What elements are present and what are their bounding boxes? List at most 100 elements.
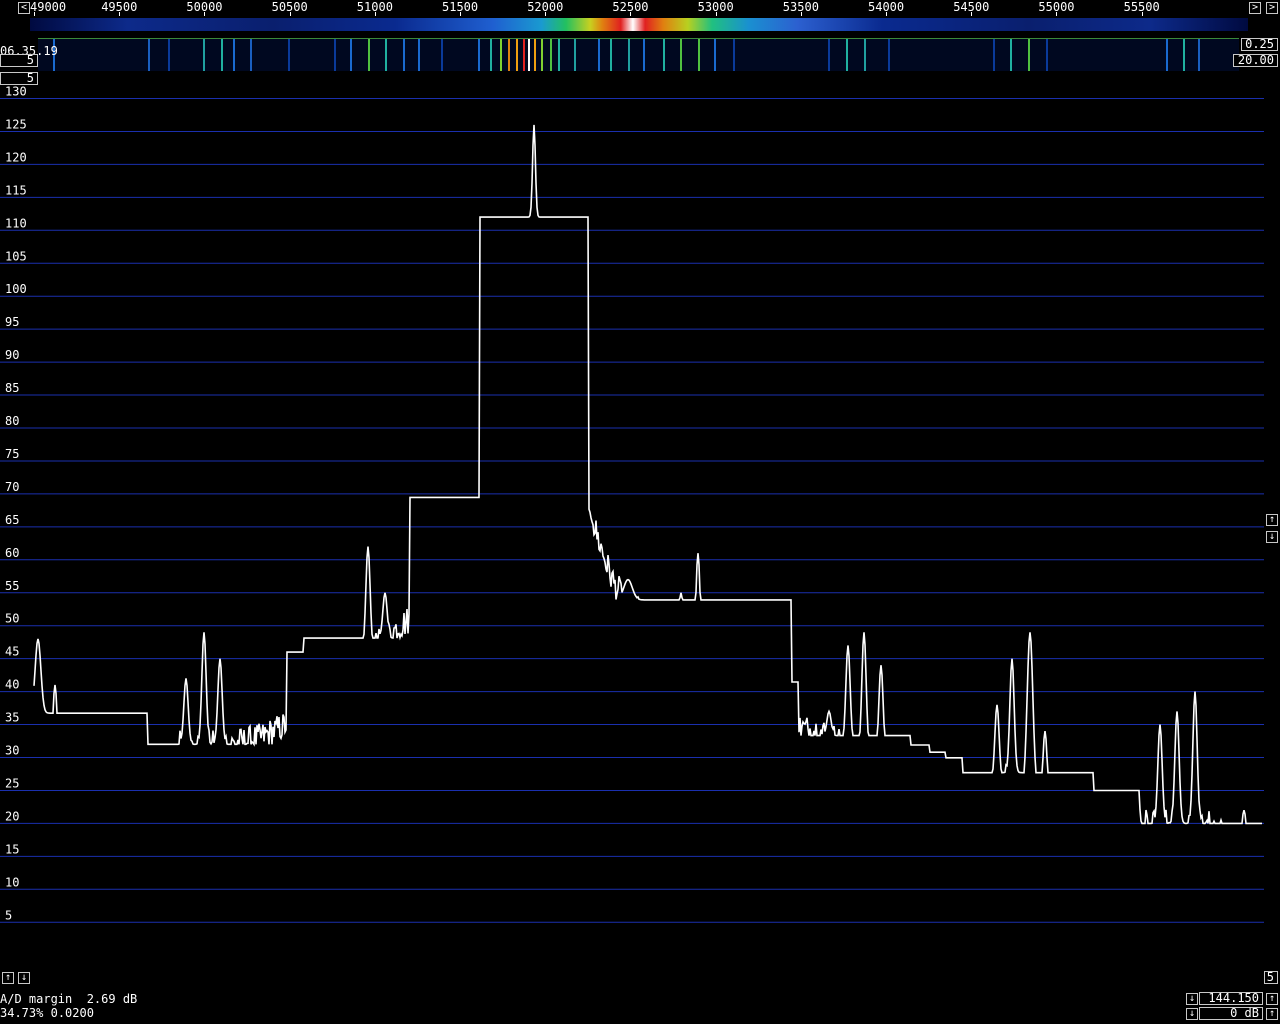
frequency-tick-mark bbox=[1056, 12, 1058, 16]
waterfall-signal-line bbox=[508, 39, 510, 71]
frequency-tick-mark bbox=[460, 12, 461, 16]
frequency-box[interactable]: 144.150 bbox=[1199, 992, 1263, 1005]
y-axis-label: 100 bbox=[5, 282, 27, 296]
waterfall-signal-line bbox=[733, 39, 735, 71]
waterfall-signal-line bbox=[1046, 39, 1048, 71]
frequency-tick-mark bbox=[630, 12, 632, 16]
waterfall-signal-line bbox=[1166, 39, 1168, 71]
y-axis-label: 105 bbox=[5, 249, 27, 263]
frequency-tick-mark bbox=[204, 12, 206, 16]
waterfall-signal-line bbox=[714, 39, 716, 71]
scroll-right-button[interactable]: > bbox=[1249, 2, 1261, 14]
ad-margin-label: A/D margin bbox=[0, 992, 73, 1006]
y-axis-label: 85 bbox=[5, 381, 19, 395]
spectrum-graph[interactable]: 1351301251201151101051009590858075706560… bbox=[0, 52, 1264, 986]
waterfall-signal-line bbox=[550, 39, 552, 71]
waterfall-signal-line bbox=[663, 39, 665, 71]
db-box[interactable]: 0 dB bbox=[1199, 1007, 1263, 1020]
level-up-button[interactable]: ↑ bbox=[2, 972, 14, 984]
ad-margin-value: 2.69 dB bbox=[86, 992, 138, 1006]
y-axis-label: 65 bbox=[5, 513, 19, 527]
spectrum-color-strip bbox=[30, 18, 1248, 31]
y-axis-label: 70 bbox=[5, 480, 19, 494]
scroll-left-button[interactable]: < bbox=[18, 2, 30, 14]
corner-value-box[interactable]: 5 bbox=[1264, 971, 1278, 984]
waterfall-signal-line bbox=[250, 39, 252, 71]
waterfall-signal-line bbox=[534, 39, 536, 71]
waterfall-display[interactable] bbox=[38, 38, 1239, 71]
arrow-down-icon: ↓ bbox=[1188, 1008, 1196, 1019]
y-axis-label: 55 bbox=[5, 579, 19, 593]
waterfall-signal-line bbox=[864, 39, 866, 71]
waterfall-signal-line bbox=[334, 39, 336, 71]
waterfall-signal-line bbox=[403, 39, 405, 71]
y-axis-label: 15 bbox=[5, 842, 19, 856]
scale-up-button[interactable]: ↑ bbox=[1266, 514, 1278, 526]
waterfall-signal-line bbox=[541, 39, 543, 71]
frequency-tick-mark bbox=[800, 12, 802, 16]
waterfall-signal-line bbox=[993, 39, 995, 71]
waterfall-signal-line bbox=[598, 39, 600, 71]
waterfall-signal-line bbox=[846, 39, 848, 71]
waterfall-signal-line bbox=[574, 39, 576, 71]
spectrum-graph-svg: 1351301251201151101051009590858075706560… bbox=[0, 52, 1264, 923]
waterfall-signal-line bbox=[500, 39, 502, 71]
y-axis-label: 120 bbox=[5, 150, 27, 164]
waterfall-signal-line bbox=[441, 39, 443, 71]
waterfall-signal-line bbox=[418, 39, 420, 71]
frequency-tick-mark bbox=[34, 12, 35, 16]
level-down-button[interactable]: ↓ bbox=[18, 972, 30, 984]
waterfall-signal-line bbox=[203, 39, 205, 71]
frequency-tick-mark bbox=[289, 12, 291, 16]
chevron-left-icon: < bbox=[20, 2, 28, 13]
waterfall-signal-line bbox=[1198, 39, 1200, 71]
db-down-button[interactable]: ↓ bbox=[1186, 1008, 1198, 1020]
scale-down-button[interactable]: ↓ bbox=[1266, 531, 1278, 543]
waterfall-signal-line bbox=[1010, 39, 1012, 71]
waterfall-left-value-2[interactable]: 5 bbox=[0, 72, 38, 85]
waterfall-signal-line bbox=[888, 39, 890, 71]
waterfall-signal-line bbox=[368, 39, 370, 71]
frequency-axis: 49000 49500 50000 50500 51000 51500 52000 52500… bbox=[30, 0, 1248, 16]
waterfall-signal-line bbox=[221, 39, 223, 71]
y-axis-label: 80 bbox=[5, 414, 19, 428]
frequency-tick-mark bbox=[1141, 12, 1143, 16]
waterfall-signal-line bbox=[516, 39, 518, 71]
waterfall-signal-line bbox=[610, 39, 612, 71]
y-axis-label: 30 bbox=[5, 744, 19, 758]
waterfall-signal-line bbox=[490, 39, 492, 71]
frequency-tick-mark bbox=[374, 12, 376, 16]
waterfall-signal-line bbox=[1183, 39, 1185, 71]
waterfall-signal-line bbox=[523, 39, 525, 71]
freq-up-button[interactable]: ↑ bbox=[1266, 993, 1278, 1005]
db-up-button[interactable]: ↑ bbox=[1266, 1008, 1278, 1020]
waterfall-signal-line bbox=[288, 39, 290, 71]
chevron-right-icon: > bbox=[1268, 2, 1276, 13]
waterfall-signal-line bbox=[168, 39, 170, 71]
y-axis-label: 10 bbox=[5, 875, 19, 889]
percent-value: 34.73% bbox=[0, 1006, 44, 1020]
y-axis-label: 20 bbox=[5, 809, 19, 823]
y-axis-label: 45 bbox=[5, 645, 19, 659]
arrow-up-icon: ↑ bbox=[1268, 514, 1276, 525]
y-axis-label: 110 bbox=[5, 216, 27, 230]
waterfall-signal-line bbox=[698, 39, 700, 71]
y-axis-label: 90 bbox=[5, 348, 19, 362]
chevron-right-icon: > bbox=[1251, 2, 1259, 13]
freq-down-button[interactable]: ↓ bbox=[1186, 993, 1198, 1005]
y-axis-label: 35 bbox=[5, 711, 19, 725]
y-axis-label: 5 bbox=[5, 908, 12, 922]
y-axis-label: 40 bbox=[5, 678, 19, 692]
zoom-button[interactable]: > bbox=[1266, 2, 1278, 14]
waterfall-left-value-1[interactable]: 5 bbox=[0, 54, 38, 67]
y-axis-label: 60 bbox=[5, 546, 19, 560]
y-axis-label: 50 bbox=[5, 612, 19, 626]
waterfall-signal-line bbox=[643, 39, 645, 71]
arrow-up-icon: ↑ bbox=[1268, 1008, 1276, 1019]
frequency-tick-mark bbox=[971, 12, 973, 16]
frequency-tick-mark bbox=[119, 12, 121, 16]
spectrum-trace bbox=[33, 124, 1262, 825]
waterfall-right-value-2[interactable]: 20.00 bbox=[1233, 54, 1278, 67]
y-axis-label: 130 bbox=[5, 86, 27, 99]
waterfall-right-value-1[interactable]: 0.25 bbox=[1241, 38, 1278, 51]
